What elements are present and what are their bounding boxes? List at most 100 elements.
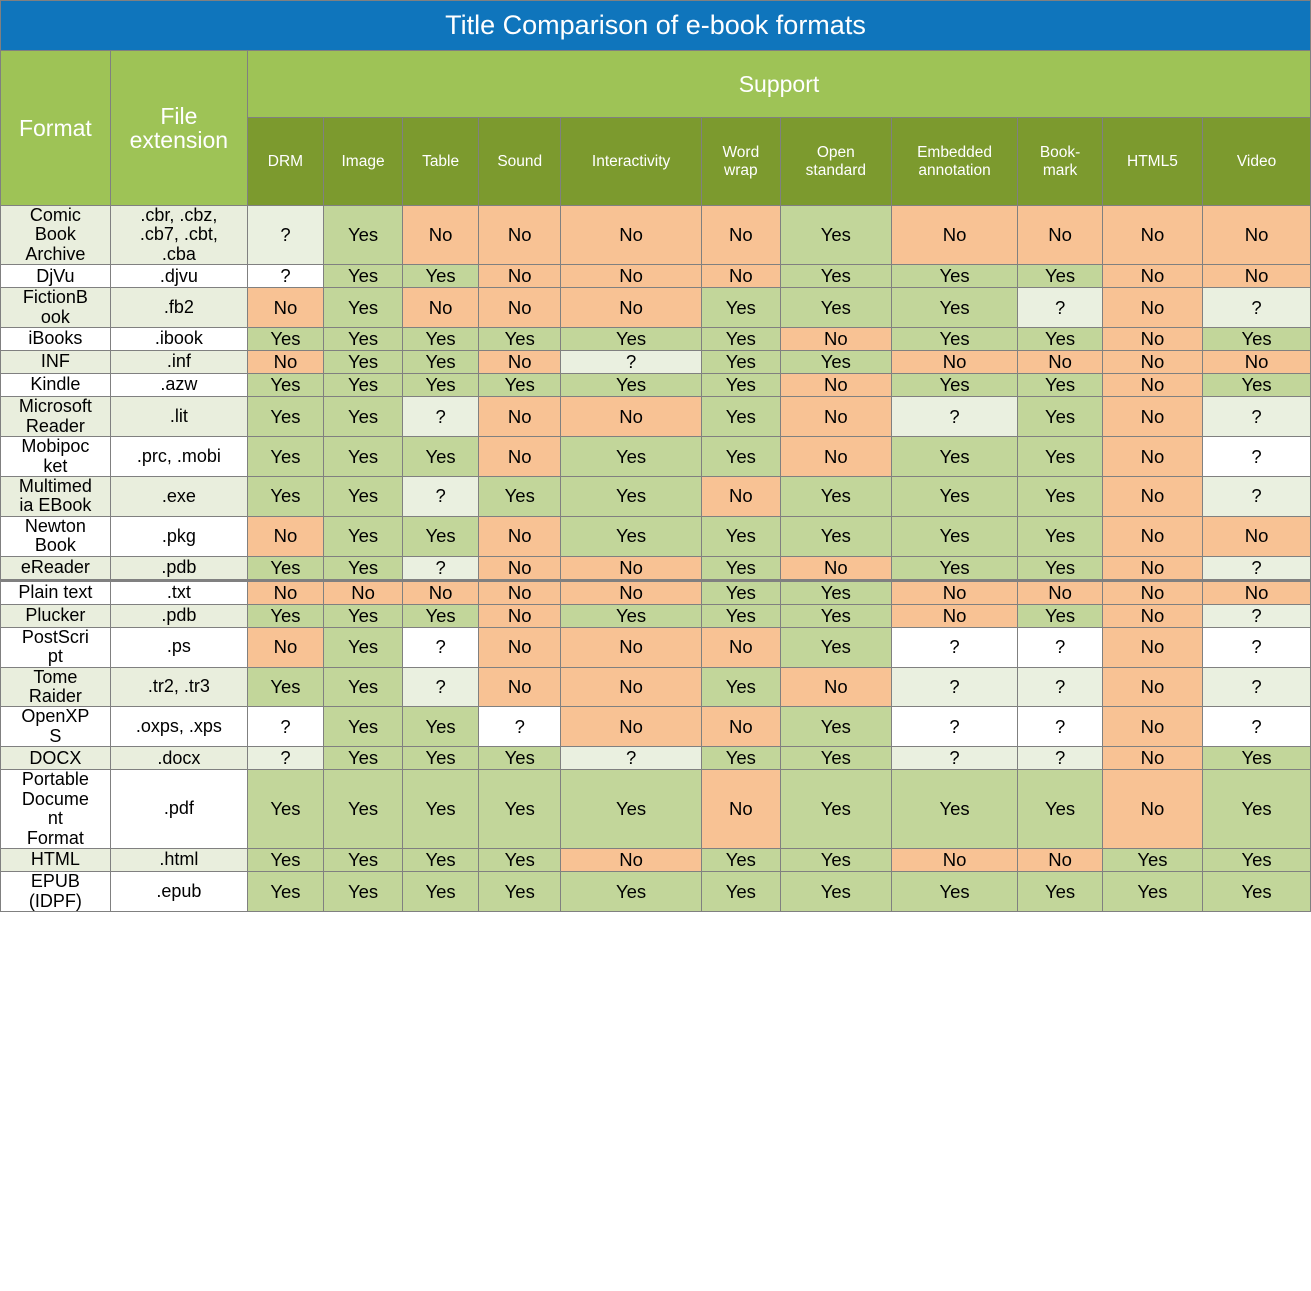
format-label-line: Newton bbox=[24, 515, 86, 536]
cell-support-video: No bbox=[1202, 350, 1311, 375]
cell-support-html5: No bbox=[1101, 396, 1204, 438]
cell-support-table: ? bbox=[402, 475, 480, 517]
cell-file-extension: .inf bbox=[109, 350, 248, 375]
cell-support-embedded-annotation: Yes bbox=[890, 436, 1019, 477]
cell-file-extension: .tr2, .tr3 bbox=[109, 666, 248, 708]
cell-support-open-standard: No bbox=[779, 327, 892, 352]
group-header-row: Format File extension Support bbox=[0, 50, 1311, 206]
format-label-line: FictionB bbox=[22, 287, 88, 308]
cell-file-extension: .txt bbox=[109, 578, 248, 605]
cell-support-table: No bbox=[402, 287, 480, 329]
format-label-line: DjVu bbox=[36, 265, 75, 286]
cell-support-word-wrap: No bbox=[700, 706, 781, 748]
cell-support-bookmark: No bbox=[1017, 848, 1103, 873]
cell-support-html5: No bbox=[1101, 626, 1204, 668]
cell-support-sound: Yes bbox=[478, 871, 562, 912]
column-header-interactivity: Interactivity bbox=[560, 117, 702, 206]
cell-support-video: ? bbox=[1202, 475, 1311, 517]
cell-support-open-standard: Yes bbox=[779, 350, 892, 375]
cell-support-word-wrap: Yes bbox=[700, 350, 781, 375]
cell-support-video: Yes bbox=[1202, 848, 1311, 873]
cell-support-word-wrap: No bbox=[700, 204, 781, 266]
file-extension-line: .azw bbox=[160, 374, 198, 395]
cell-support-drm: Yes bbox=[246, 603, 324, 628]
file-extension-line: .pdb bbox=[161, 556, 197, 577]
cell-support-open-standard: Yes bbox=[779, 603, 892, 628]
cell-file-extension: .oxps, .xps bbox=[109, 706, 248, 748]
file-extension-line: .oxps, .xps bbox=[135, 716, 222, 737]
cell-support-embedded-annotation: Yes bbox=[890, 515, 1019, 557]
cell-support-open-standard: No bbox=[779, 436, 892, 477]
cell-support-sound: No bbox=[478, 578, 562, 605]
cell-support-embedded-annotation: No bbox=[890, 848, 1019, 873]
column-header-line: Interactivity bbox=[591, 152, 671, 170]
cell-support-interactivity: No bbox=[560, 555, 702, 581]
format-label-line: INF bbox=[40, 351, 70, 372]
cell-support-word-wrap: Yes bbox=[700, 555, 781, 581]
cell-support-table: No bbox=[402, 578, 480, 605]
cell-support-image: Yes bbox=[322, 373, 404, 398]
cell-support-open-standard: Yes bbox=[779, 515, 892, 557]
table-row: Tome Raider .tr2, .tr3 Yes Yes? No No Yes No?? No… bbox=[0, 666, 1311, 708]
column-header-line: Embedded bbox=[917, 144, 993, 162]
cell-support-html5: No bbox=[1101, 769, 1204, 850]
cell-support-bookmark: Yes bbox=[1017, 475, 1103, 517]
cell-support-video: ? bbox=[1202, 666, 1311, 708]
cell-support-word-wrap: Yes bbox=[700, 373, 781, 398]
cell-format: Kindle bbox=[0, 373, 111, 398]
cell-support-bookmark: Yes bbox=[1017, 327, 1103, 352]
cell-support-drm: Yes bbox=[246, 373, 324, 398]
table-row: OpenXP S .oxps, .xps? Yes Yes? No No Yes?? No? bbox=[0, 706, 1311, 748]
cell-file-extension: .ps bbox=[109, 626, 248, 668]
cell-support-sound: No bbox=[478, 396, 562, 438]
cell-support-interactivity: ? bbox=[560, 350, 702, 375]
cell-format: INF bbox=[0, 350, 111, 375]
cell-file-extension: .pdb bbox=[109, 603, 248, 628]
table-row: DOCX .docx? Yes Yes Yes? Yes Yes?? No Yes bbox=[0, 746, 1311, 771]
file-extension-line: .docx bbox=[157, 747, 201, 768]
cell-support-interactivity: No bbox=[560, 204, 702, 266]
column-header-line: annotation bbox=[918, 161, 991, 179]
cell-support-video: Yes bbox=[1202, 327, 1311, 352]
table-row: HTML .html Yes Yes Yes Yes No Yes Yes No No Yes Yes bbox=[0, 848, 1311, 873]
file-extension-line: .cbr, .cbz, bbox=[140, 205, 218, 225]
table-row: iBooks .ibook Yes Yes Yes Yes Yes Yes No Yes Yes No… bbox=[0, 327, 1311, 352]
cell-support-image: Yes bbox=[322, 746, 404, 771]
cell-support-word-wrap: No bbox=[700, 626, 781, 668]
cell-file-extension: .azw bbox=[109, 373, 248, 398]
cell-support-table: Yes bbox=[402, 515, 480, 557]
cell-support-embedded-annotation: No bbox=[890, 350, 1019, 375]
cell-support-embedded-annotation: Yes bbox=[890, 555, 1019, 581]
cell-support-word-wrap: Yes bbox=[700, 578, 781, 605]
cell-support-interactivity: Yes bbox=[560, 373, 702, 398]
cell-format: DjVu bbox=[0, 264, 111, 289]
format-label-line: ket bbox=[43, 455, 68, 476]
cell-file-extension: .html bbox=[109, 848, 248, 873]
cell-support-image: Yes bbox=[322, 666, 404, 708]
cell-support-open-standard: No bbox=[779, 555, 892, 581]
file-extension-line: .epub bbox=[156, 880, 202, 901]
cell-format: Portable Docume nt Format bbox=[0, 769, 111, 850]
file-extension-line: .pdf bbox=[163, 798, 194, 819]
cell-support-interactivity: ? bbox=[560, 746, 702, 771]
cell-support-sound: Yes bbox=[478, 373, 562, 398]
cell-support-interactivity: Yes bbox=[560, 475, 702, 517]
cell-support-embedded-annotation: ? bbox=[890, 396, 1019, 438]
cell-support-word-wrap: No bbox=[700, 264, 781, 289]
format-label-line: S bbox=[49, 725, 62, 746]
cell-support-bookmark: No bbox=[1017, 350, 1103, 375]
cell-support-bookmark: ? bbox=[1017, 626, 1103, 668]
column-header-line: Open bbox=[816, 144, 855, 162]
cell-format: Microsoft Reader bbox=[0, 396, 111, 438]
cell-file-extension: .djvu bbox=[109, 264, 248, 289]
cell-support-video: Yes bbox=[1202, 769, 1311, 850]
cell-support-word-wrap: Yes bbox=[700, 666, 781, 708]
cell-support-bookmark: Yes bbox=[1017, 871, 1103, 912]
page-title: Title Comparison of e-book formats bbox=[0, 0, 1311, 51]
table-row: INF .inf No Yes Yes No? Yes Yes No No No No bbox=[0, 350, 1311, 375]
cell-support-sound: Yes bbox=[478, 848, 562, 873]
format-label-line: pt bbox=[47, 646, 63, 667]
cell-support-table: Yes bbox=[402, 848, 480, 873]
cell-support-word-wrap: Yes bbox=[700, 871, 781, 912]
cell-support-video: ? bbox=[1202, 396, 1311, 438]
